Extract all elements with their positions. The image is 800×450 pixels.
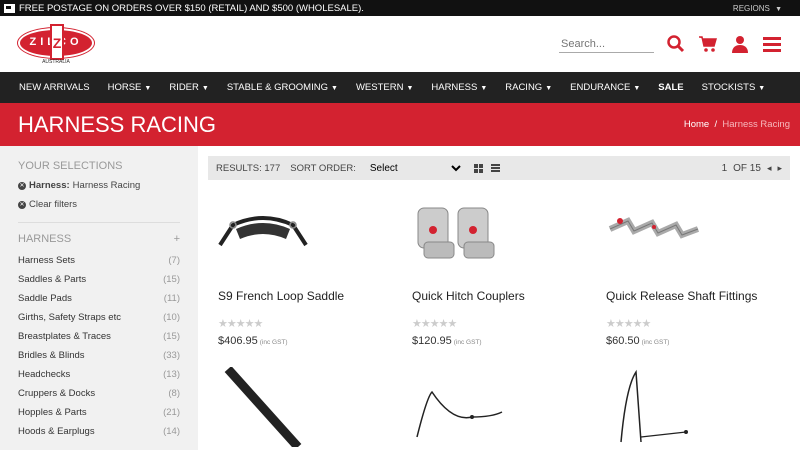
grid-view-icon[interactable]	[473, 163, 483, 173]
remove-icon[interactable]: ✕	[18, 181, 26, 190]
category-item[interactable]: Breastplates & Traces (15)	[18, 327, 180, 346]
rating-stars-icon: ★★★★★	[218, 318, 263, 330]
page-banner: HARNESS RACING Home / Harness Racing	[0, 103, 800, 146]
product-image[interactable]	[412, 367, 522, 447]
remove-icon: ✕	[18, 200, 26, 209]
breadcrumb-current: Harness Racing	[722, 119, 790, 130]
product-image[interactable]	[218, 194, 392, 269]
product-price: $406.95 (inc GST)	[218, 335, 288, 347]
caret-down-icon: ▼	[144, 85, 152, 92]
nav-stable-grooming[interactable]: STABLE & GROOMING ▼	[218, 82, 347, 93]
nav-horse[interactable]: HORSE ▼	[99, 82, 161, 93]
category-item[interactable]: Headchecks (13)	[18, 365, 180, 384]
category-item[interactable]: Hoods & Earplugs (14)	[18, 422, 180, 441]
product-price: $120.95 (inc GST)	[412, 335, 482, 347]
page-total: OF 15	[733, 162, 761, 174]
caret-down-icon: ▼	[331, 85, 338, 92]
clear-filters[interactable]: ✕ Clear filters	[18, 199, 180, 210]
plus-icon[interactable]: +	[174, 233, 180, 245]
nav-sale[interactable]: SALE	[649, 82, 692, 93]
nav-racing[interactable]: RACING ▼	[496, 82, 561, 93]
cart-icon[interactable]	[698, 34, 718, 54]
product-image[interactable]	[218, 365, 318, 450]
selections-title: YOUR SELECTIONS	[18, 160, 123, 172]
page-number[interactable]: 1	[722, 163, 728, 174]
product-listing: RESULTS: 177 SORT ORDER: Select 1 OF 15 …	[198, 146, 800, 450]
pagination: 1 OF 15 ◂ ▸	[722, 163, 782, 174]
nav-stockists[interactable]: STOCKISTS ▼	[693, 82, 775, 93]
rating-stars-icon: ★★★★★	[412, 318, 457, 330]
results-count: RESULTS: 177	[216, 162, 281, 174]
product-card[interactable]: Quick Release Shaft Fittings ★★★★★ $60.5…	[596, 194, 790, 347]
sort-label: SORT ORDER:	[290, 162, 356, 174]
search-icon[interactable]	[666, 34, 686, 54]
product-image[interactable]	[412, 194, 586, 269]
harness-filter-header[interactable]: HARNESS +	[18, 233, 180, 245]
product-name[interactable]: Quick Hitch Couplers	[412, 289, 586, 305]
category-item[interactable]: Bridles & Blinds (33)	[18, 346, 180, 365]
caret-down-icon: ▼	[545, 85, 553, 92]
breadcrumb: Home / Harness Racing	[683, 119, 790, 130]
zilco-logo[interactable]: ZILCO Z AUSTRALIA	[18, 24, 94, 65]
page-title: HARNESS RACING	[18, 111, 217, 137]
product-card[interactable]	[402, 367, 596, 447]
product-name[interactable]: Quick Release Shaft Fittings	[606, 289, 780, 305]
category-item[interactable]: Saddles & Parts (15)	[18, 270, 180, 289]
user-icon[interactable]	[730, 34, 750, 54]
breadcrumb-home[interactable]: Home	[684, 119, 709, 130]
product-card[interactable]	[208, 365, 402, 450]
caret-down-icon: ▼	[758, 85, 766, 92]
product-card[interactable]	[596, 367, 790, 447]
sort-bar: RESULTS: 177 SORT ORDER: Select 1 OF 15 …	[208, 156, 790, 180]
selection-chip[interactable]: ✕ Harness: Harness Racing	[18, 180, 180, 191]
nav-new-arrivals[interactable]: NEW ARRIVALS	[10, 82, 99, 93]
site-header: ZILCO Z AUSTRALIA	[0, 16, 800, 72]
nav-harness[interactable]: HARNESS ▼	[422, 82, 496, 93]
product-price: $60.50 (inc GST)	[606, 335, 670, 347]
category-item[interactable]: Saddle Pads (11)	[18, 289, 180, 308]
caret-down-icon: ▼	[775, 5, 782, 13]
prev-page-icon[interactable]: ◂	[767, 163, 772, 174]
caret-down-icon: ▼	[406, 85, 414, 92]
nav-rider[interactable]: RIDER ▼	[160, 82, 218, 93]
regions-dropdown[interactable]: REGIONS ▼	[733, 4, 782, 13]
rating-stars-icon: ★★★★★	[606, 318, 651, 330]
caret-down-icon: ▼	[633, 85, 641, 92]
caret-down-icon: ▼	[201, 85, 209, 92]
main-nav: NEW ARRIVALS HORSE ▼ RIDER ▼ STABLE & GROO…	[0, 72, 800, 103]
sort-select[interactable]: Select	[365, 161, 464, 175]
list-view-icon[interactable]	[490, 163, 500, 173]
next-page-icon[interactable]: ▸	[777, 163, 782, 174]
filter-sidebar: YOUR SELECTIONS ✕ Harness: Harness Racing…	[0, 146, 198, 450]
category-item[interactable]: Harness Sets (7)	[18, 251, 180, 270]
product-card[interactable]: Quick Hitch Couplers ★★★★★ $120.95 (inc G…	[402, 194, 596, 347]
menu-icon[interactable]	[762, 34, 782, 54]
product-image[interactable]	[606, 194, 780, 269]
promo-text: FREE POSTAGE ON ORDERS OVER $150 (RETAIL…	[19, 2, 364, 14]
category-item[interactable]: Hopples & Parts (21)	[18, 403, 180, 422]
product-card[interactable]: S9 French Loop Saddle ★★★★★ $406.95 (inc …	[208, 194, 402, 347]
product-name[interactable]: S9 French Loop Saddle	[218, 289, 392, 305]
search-input[interactable]	[559, 35, 654, 53]
truck-icon	[4, 3, 15, 13]
promo-bar: FREE POSTAGE ON ORDERS OVER $150 (RETAIL…	[0, 0, 800, 16]
category-item[interactable]: Cruppers & Docks (8)	[18, 384, 180, 403]
product-image[interactable]	[606, 367, 716, 447]
category-item[interactable]: Girths, Safety Straps etc (10)	[18, 308, 180, 327]
caret-down-icon: ▼	[480, 85, 488, 92]
nav-endurance[interactable]: ENDURANCE ▼	[561, 82, 649, 93]
nav-western[interactable]: WESTERN ▼	[347, 82, 422, 93]
